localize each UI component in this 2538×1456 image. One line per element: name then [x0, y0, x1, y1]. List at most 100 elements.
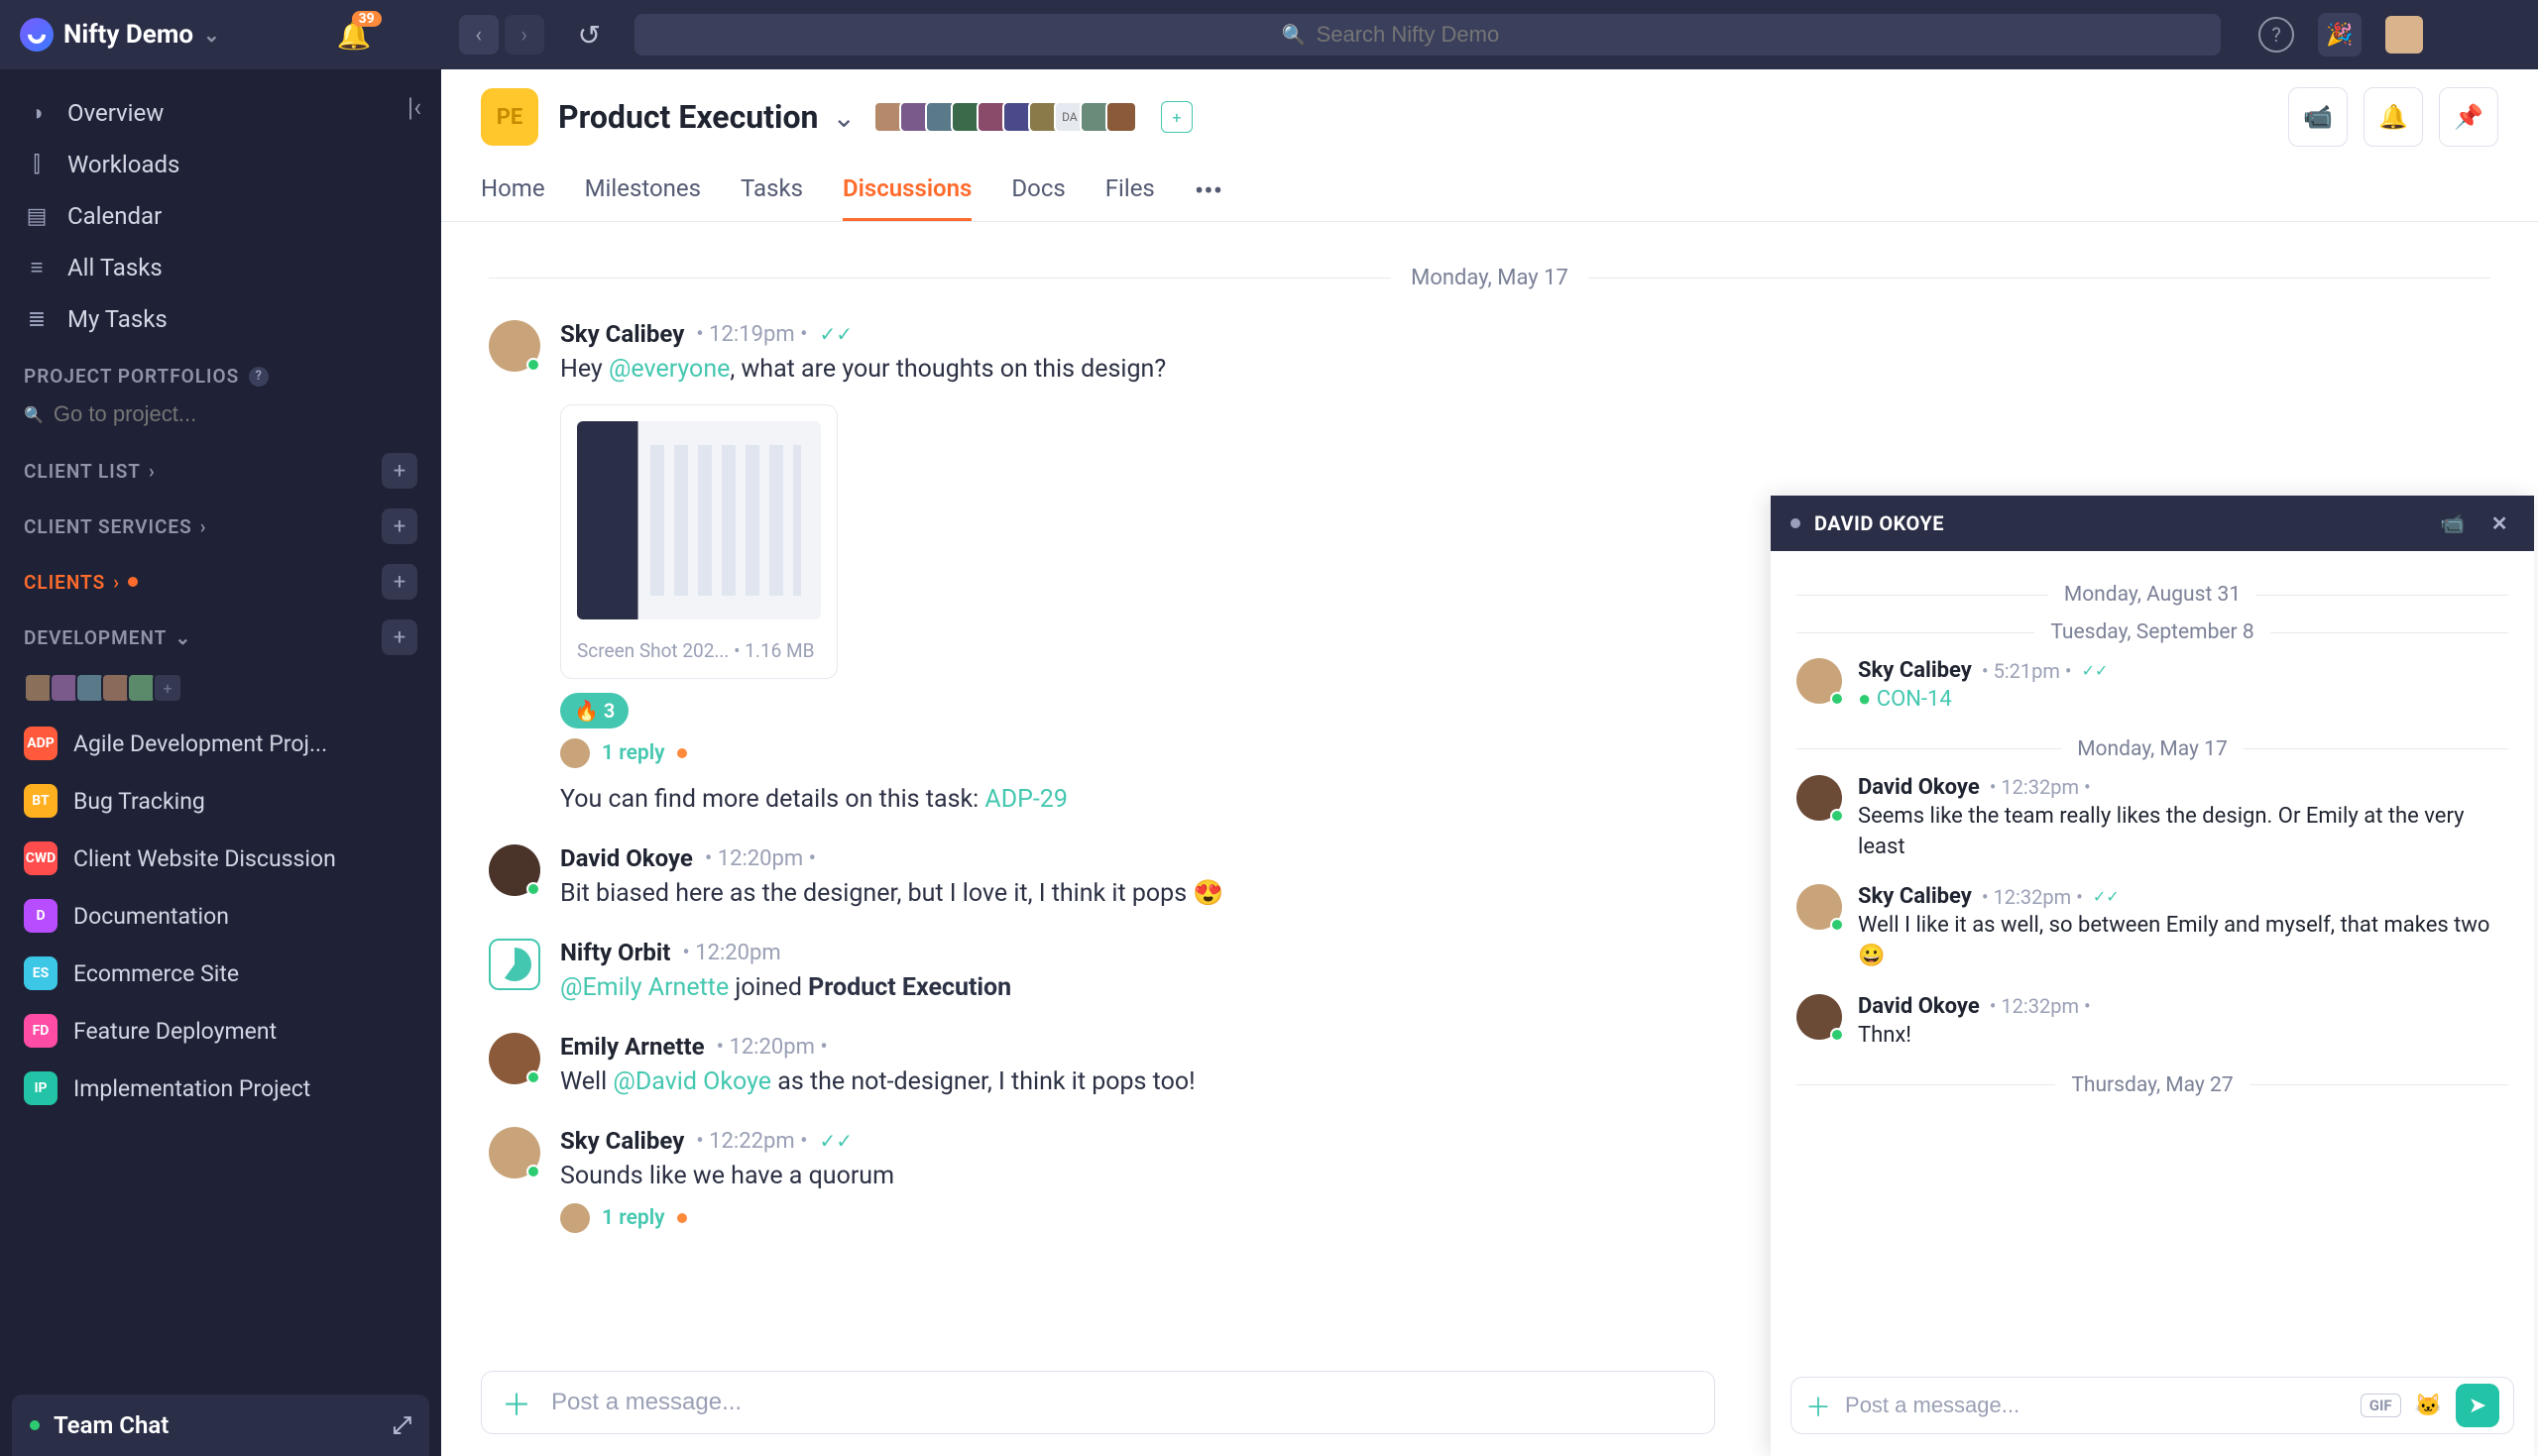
portfolio-group[interactable]: CLIENT LIST› +: [0, 443, 441, 499]
project-item[interactable]: D Documentation: [0, 887, 441, 945]
nav-label: Overview: [67, 99, 164, 127]
dm-composer: ＋ GIF 🐱 ➤: [1790, 1377, 2514, 1434]
current-user-avatar[interactable]: [2385, 16, 2423, 54]
project-item[interactable]: ES Ecommerce Site: [0, 945, 441, 1002]
sender-avatar[interactable]: [489, 1127, 540, 1178]
workspace-switcher[interactable]: Nifty Demo ⌄: [20, 18, 220, 52]
online-status-dot: [30, 1420, 40, 1430]
attachment-card[interactable]: Screen Shot 202... • 1.16 MB: [560, 404, 838, 679]
project-item[interactable]: CWD Client Website Discussion: [0, 830, 441, 887]
portfolios-section-label: PROJECT PORTFOLIOS ?: [0, 345, 441, 395]
emoji-button[interactable]: 🐱: [2415, 1394, 2442, 1418]
project-badge: PE: [481, 88, 538, 146]
history-nav: ‹ ›: [459, 15, 544, 55]
project-members[interactable]: DA: [879, 101, 1137, 133]
project-label: Agile Development Proj...: [73, 730, 327, 757]
portfolio-group[interactable]: CLIENTS› +: [0, 554, 441, 610]
nav-label: My Tasks: [67, 305, 168, 333]
sidebar-nav-item[interactable]: ◑ Overview: [0, 87, 441, 139]
message-input[interactable]: [551, 1389, 1694, 1416]
video-call-icon[interactable]: 📹: [2434, 511, 2471, 535]
help-button[interactable]: ?: [2258, 17, 2294, 53]
sidebar-nav-item[interactable]: ⫿ Workloads: [0, 139, 441, 190]
add-project-button[interactable]: +: [382, 453, 417, 489]
project-item[interactable]: FD Feature Deployment: [0, 1002, 441, 1060]
sender-avatar[interactable]: [489, 844, 540, 896]
group-label: CLIENTS›: [24, 571, 138, 594]
tab-files[interactable]: Files: [1105, 161, 1155, 221]
add-member-button[interactable]: +: [1161, 101, 1193, 133]
close-icon[interactable]: ✕: [2485, 511, 2514, 535]
dm-message: David Okoye • 12:32pm • Seems like the t…: [1796, 775, 2508, 863]
dm-input[interactable]: [1845, 1393, 2347, 1418]
search-input[interactable]: [1317, 22, 1574, 48]
notifications-button[interactable]: 🔔 39: [337, 19, 372, 52]
tab-home[interactable]: Home: [481, 161, 545, 221]
history-icon[interactable]: ↺: [578, 19, 601, 52]
global-search[interactable]: 🔍: [634, 14, 2221, 56]
sender-avatar[interactable]: [489, 1033, 540, 1084]
team-chat-bar[interactable]: Team Chat ⤢: [12, 1395, 429, 1456]
add-member-icon[interactable]: +: [153, 673, 182, 703]
message-text: Well I like it as well, so between Emily…: [1858, 911, 2508, 972]
attachment-button[interactable]: ＋: [502, 1381, 531, 1424]
top-bar: Nifty Demo ⌄ 🔔 39 ‹ › ↺ 🔍 ? 🎉: [0, 0, 2538, 69]
chevron-icon: ›: [200, 515, 207, 538]
gif-button[interactable]: GIF: [2361, 1394, 2401, 1417]
project-item[interactable]: BT Bug Tracking: [0, 772, 441, 830]
sender-avatar[interactable]: [1796, 994, 1842, 1040]
sender-avatar[interactable]: [1796, 884, 1842, 930]
chevron-icon: ›: [149, 460, 156, 483]
tab-milestones[interactable]: Milestones: [585, 161, 701, 221]
tab-docs[interactable]: Docs: [1011, 161, 1065, 221]
project-title: Product Execution: [558, 98, 818, 136]
pin-button[interactable]: 📌: [2439, 87, 2498, 147]
add-project-button[interactable]: +: [382, 564, 417, 600]
goto-project-input[interactable]: [54, 401, 339, 427]
whats-new-button[interactable]: 🎉: [2318, 13, 2362, 56]
team-chat-label: Team Chat: [54, 1411, 169, 1439]
add-project-button[interactable]: +: [382, 619, 417, 655]
attachment-caption: Screen Shot 202... • 1.16 MB: [577, 639, 821, 662]
sender-avatar[interactable]: [1796, 775, 1842, 821]
attachment-thumbnail: [577, 421, 821, 619]
portfolio-group[interactable]: DEVELOPMENT⌄ +: [0, 610, 441, 665]
sidebar-nav-item[interactable]: ▤ Calendar: [0, 190, 441, 242]
add-project-button[interactable]: +: [382, 508, 417, 544]
search-icon: 🔍: [24, 405, 44, 424]
project-dropdown-icon[interactable]: ⌄: [832, 101, 855, 134]
back-button[interactable]: ‹: [459, 15, 499, 55]
attachment-button[interactable]: ＋: [1805, 1388, 1831, 1424]
project-item[interactable]: ADP Agile Development Proj...: [0, 715, 441, 772]
task-link[interactable]: ADP-29: [984, 785, 1068, 814]
notifications-button[interactable]: 🔔: [2364, 87, 2423, 147]
sender-name: Sky Calibey: [560, 320, 684, 348]
message-text: Hey @everyone, what are your thoughts on…: [560, 352, 2490, 387]
sender-avatar[interactable]: [489, 320, 540, 372]
more-tabs-button[interactable]: •••: [1195, 161, 1222, 221]
help-icon[interactable]: ?: [249, 367, 269, 387]
project-item[interactable]: IP Implementation Project: [0, 1060, 441, 1117]
goto-project[interactable]: 🔍: [0, 395, 441, 443]
tab-discussions[interactable]: Discussions: [843, 161, 972, 221]
send-button[interactable]: ➤: [2456, 1384, 2499, 1427]
app-logo-icon: [20, 18, 54, 52]
video-call-button[interactable]: 📹: [2288, 87, 2348, 147]
tab-tasks[interactable]: Tasks: [741, 161, 803, 221]
sender-avatar[interactable]: [1796, 658, 1842, 704]
read-receipt-icon: ✓✓: [820, 322, 854, 346]
expand-icon[interactable]: ⤢: [393, 1411, 411, 1439]
portfolio-group[interactable]: CLIENT SERVICES› +: [0, 499, 441, 554]
sender-name: David Okoye: [1858, 994, 1980, 1019]
reaction-pill[interactable]: 🔥 3: [560, 693, 629, 728]
date-separator: Monday, May 17: [489, 266, 2490, 290]
task-link[interactable]: CON-14: [1877, 687, 1952, 712]
sidebar-nav-item[interactable]: ≡ All Tasks: [0, 242, 441, 293]
nav-icon: ▤: [24, 204, 50, 229]
collapse-sidebar-button[interactable]: |‹: [407, 93, 421, 123]
sidebar-nav-item[interactable]: ≣ My Tasks: [0, 293, 441, 345]
group-label: CLIENT LIST›: [24, 460, 156, 483]
nav-icon: ⫿: [24, 153, 50, 177]
project-badge: FD: [24, 1014, 58, 1048]
forward-button[interactable]: ›: [505, 15, 544, 55]
